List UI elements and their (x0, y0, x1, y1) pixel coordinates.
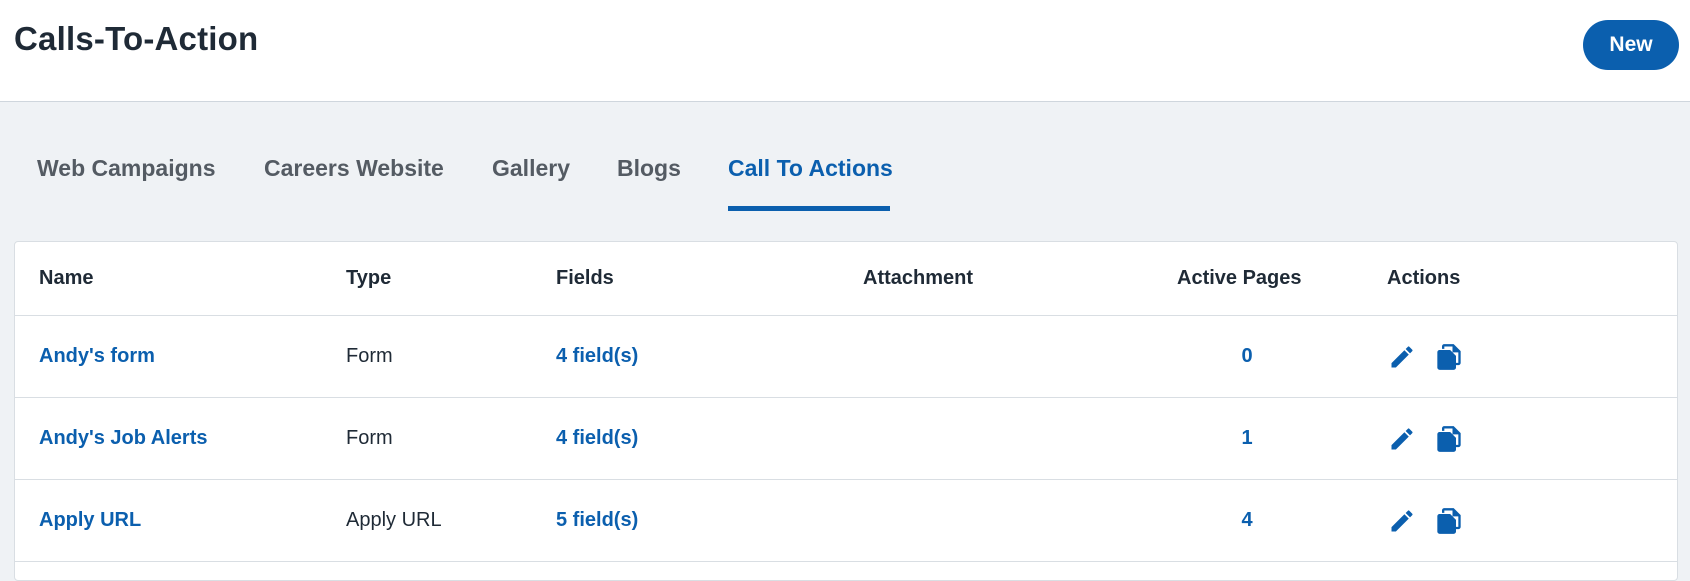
cta-type: Apply URL (346, 509, 442, 531)
cta-name-link[interactable]: Andy's form (39, 316, 155, 397)
pencil-icon[interactable] (1387, 423, 1417, 455)
row-actions (1387, 316, 1481, 397)
cta-fields-link[interactable]: 4 field(s) (556, 398, 638, 479)
tab-bar: Web Campaigns Careers Website Gallery Bl… (0, 145, 1690, 211)
table-row: Apply URL Apply URL 5 field(s) 4 (15, 480, 1677, 562)
column-header-actions: Actions (1387, 267, 1461, 289)
page-header: Calls-To-Action New (0, 0, 1690, 102)
tab-gallery[interactable]: Gallery (492, 145, 570, 211)
pencil-icon[interactable] (1387, 341, 1417, 373)
cta-fields-link[interactable]: 5 field(s) (556, 480, 638, 561)
row-actions (1387, 398, 1481, 479)
table-header-row: Name Type Fields Attachment Active Pages… (15, 242, 1677, 316)
page-title: Calls-To-Action (14, 20, 259, 57)
cta-type: Form (346, 345, 393, 367)
tab-blogs[interactable]: Blogs (617, 145, 681, 211)
column-header-type[interactable]: Type (346, 242, 391, 315)
cta-active-pages-link[interactable]: 0 (1177, 316, 1317, 397)
copy-icon[interactable] (1434, 505, 1464, 537)
cta-fields-link[interactable]: 4 field(s) (556, 316, 638, 397)
cta-name-link[interactable]: Andy's Job Alerts (39, 398, 208, 479)
cta-active-pages-link[interactable]: 4 (1177, 480, 1317, 561)
cta-name-link[interactable]: Apply URL (39, 480, 141, 561)
cta-type: Form (346, 427, 393, 449)
copy-icon[interactable] (1434, 423, 1464, 455)
copy-icon[interactable] (1434, 341, 1464, 373)
table-row: Andy's form Form 4 field(s) 0 (15, 316, 1677, 398)
tab-call-to-actions[interactable]: Call To Actions (728, 145, 893, 211)
cta-table: Name Type Fields Attachment Active Pages… (14, 241, 1678, 581)
column-header-fields[interactable]: Fields (556, 242, 614, 315)
column-header-active-pages[interactable]: Active Pages (1177, 242, 1302, 315)
tab-careers-website[interactable]: Careers Website (264, 145, 444, 211)
column-header-attachment[interactable]: Attachment (863, 242, 973, 315)
tab-web-campaigns[interactable]: Web Campaigns (37, 145, 216, 211)
column-header-name[interactable]: Name (39, 242, 93, 315)
pencil-icon[interactable] (1387, 505, 1417, 537)
row-actions (1387, 480, 1481, 561)
new-button[interactable]: New (1583, 20, 1679, 70)
table-row: Andy's Job Alerts Form 4 field(s) 1 (15, 398, 1677, 480)
cta-active-pages-link[interactable]: 1 (1177, 398, 1317, 479)
